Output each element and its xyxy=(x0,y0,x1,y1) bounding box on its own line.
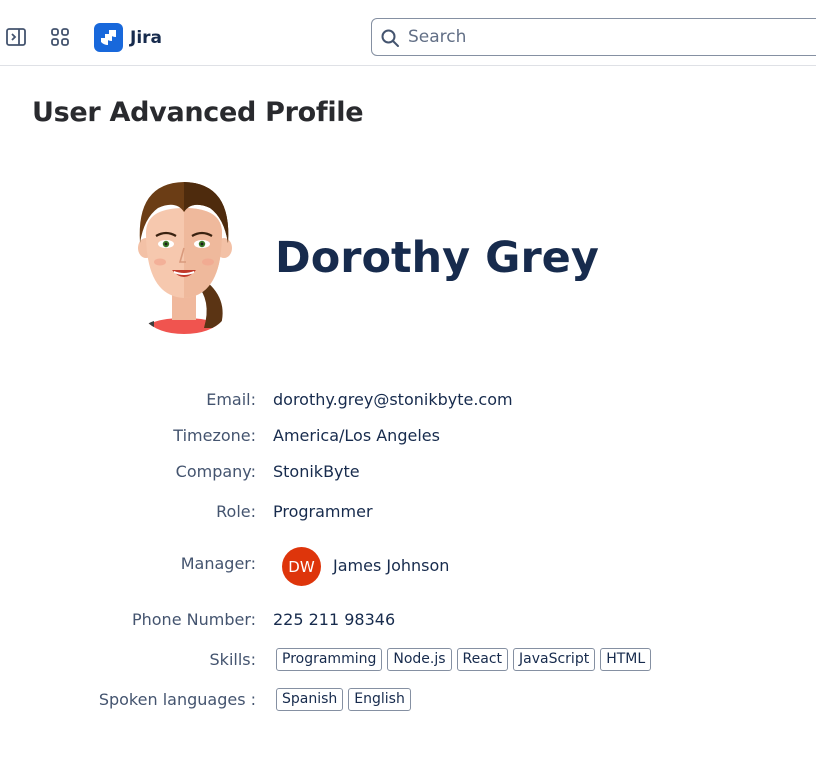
manager-name[interactable]: James Johnson xyxy=(333,553,449,579)
search-box[interactable] xyxy=(371,18,816,56)
skill-tag[interactable]: Node.js xyxy=(387,648,452,671)
manager-avatar[interactable]: DW xyxy=(282,547,321,586)
sidebar-toggle-icon[interactable] xyxy=(5,26,27,48)
user-avatar xyxy=(138,182,232,334)
phone-value: 225 211 98346 xyxy=(273,610,396,629)
email-value: dorothy.grey@stonikbyte.com xyxy=(273,390,513,409)
user-name: Dorothy Grey xyxy=(275,233,599,283)
role-label: Role: xyxy=(216,502,256,521)
search-input[interactable] xyxy=(408,25,788,49)
skills-row: Skills: Programming Node.js React JavaSc… xyxy=(0,647,816,673)
language-tag[interactable]: Spanish xyxy=(276,688,344,711)
skills-label: Skills: xyxy=(209,650,256,669)
languages-row: Spoken languages : Spanish English xyxy=(0,687,816,713)
skill-tag[interactable]: Programming xyxy=(276,648,383,671)
company-row: Company: StonikByte xyxy=(0,459,816,485)
skill-tag[interactable]: React xyxy=(456,648,509,671)
app-name[interactable]: Jira xyxy=(130,26,162,50)
manager-label: Manager: xyxy=(180,554,256,573)
jira-logo-icon[interactable] xyxy=(94,23,123,52)
search-icon xyxy=(381,29,399,47)
skill-tag[interactable]: JavaScript xyxy=(513,648,596,671)
timezone-label: Timezone: xyxy=(173,426,256,445)
phone-label: Phone Number: xyxy=(131,610,256,629)
role-value: Programmer xyxy=(273,502,373,521)
role-row: Role: Programmer xyxy=(0,499,816,525)
email-label: Email: xyxy=(206,390,256,409)
timezone-value: America/Los Angeles xyxy=(273,426,440,445)
top-navigation-bar: Jira xyxy=(0,0,816,66)
language-tag[interactable]: English xyxy=(348,688,411,711)
skills-tag-list: Programming Node.js React JavaScript HTM… xyxy=(276,648,652,671)
phone-row: Phone Number: 225 211 98346 xyxy=(0,607,816,633)
company-value: StonikByte xyxy=(273,462,360,481)
email-row: Email: dorothy.grey@stonikbyte.com xyxy=(0,387,816,413)
page-title: User Advanced Profile xyxy=(32,97,364,128)
languages-tag-list: Spanish English xyxy=(276,688,411,711)
timezone-row: Timezone: America/Los Angeles xyxy=(0,423,816,449)
app-switcher-icon[interactable] xyxy=(49,26,71,48)
company-label: Company: xyxy=(175,462,256,481)
languages-label: Spoken languages : xyxy=(98,690,256,709)
skill-tag[interactable]: HTML xyxy=(600,648,652,671)
manager-row: Manager: DW James Johnson xyxy=(0,547,816,586)
